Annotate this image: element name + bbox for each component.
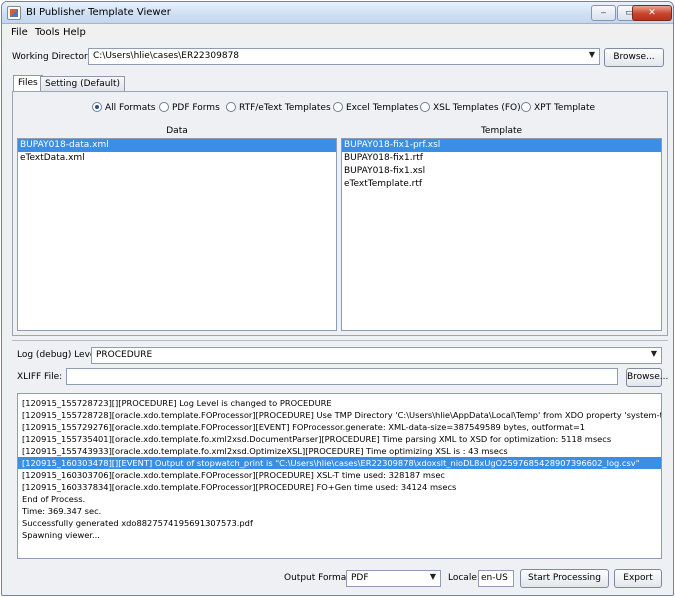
output-format-value: PDF (351, 573, 369, 583)
template-column-header: Template (480, 126, 523, 136)
window-title: BI Publisher Template Viewer (26, 7, 171, 18)
locale-label: Locale: (448, 573, 480, 583)
log-line: Time: 369.347 sec. (22, 506, 102, 516)
close-button[interactable]: ✕ (632, 5, 672, 21)
log-output[interactable]: [120915_155728723][][PROCEDURE] Log Leve… (17, 393, 662, 559)
chevron-down-icon[interactable]: ▼ (651, 349, 657, 358)
radio-all-formats[interactable]: All Formats (92, 102, 155, 113)
radio-icon (159, 102, 169, 112)
list-item[interactable]: BUPAY018-fix1-prf.xsl (342, 139, 661, 152)
working-directory-value: C:\Users\hlie\cases\ER22309878 (93, 51, 240, 61)
template-file-list[interactable]: BUPAY018-fix1-prf.xsl BUPAY018-fix1.rtf … (341, 138, 662, 331)
title-bar[interactable]: BI Publisher Template Viewer ‒ ▭ ✕ (2, 2, 673, 24)
menu-tools[interactable]: Tools (35, 27, 60, 38)
radio-rtf-etext-templates[interactable]: RTF/eText Templates (226, 102, 331, 113)
xliff-browse-button[interactable]: Browse... (626, 368, 668, 387)
log-line: [120915_160303706][oracle.xdo.template.F… (22, 470, 445, 480)
log-line: [120915_155728723][][PROCEDURE] Log Leve… (22, 398, 332, 408)
radio-icon (226, 102, 236, 112)
log-line: [120915_155735401][oracle.xdo.template.f… (22, 434, 612, 444)
radio-xsl-templates-fo[interactable]: XSL Templates (FO) (420, 102, 521, 113)
log-line: [120915_155743933][oracle.xdo.template.f… (22, 446, 508, 456)
radio-pdf-forms[interactable]: PDF Forms (159, 102, 220, 113)
data-file-list[interactable]: BUPAY018-data.xml eTextData.xml (17, 138, 337, 331)
list-item[interactable]: eTextTemplate.rtf (342, 178, 661, 191)
list-item[interactable]: BUPAY018-data.xml (18, 139, 336, 152)
log-line-selected: [120915_160303478][][EVENT] Output of st… (18, 457, 661, 469)
export-button[interactable]: Export (614, 569, 662, 588)
xliff-label: XLIFF File: (17, 372, 63, 382)
list-item[interactable]: eTextData.xml (18, 152, 336, 165)
minimize-button[interactable]: ‒ (591, 5, 616, 21)
tab-files[interactable]: Files (13, 75, 43, 91)
log-level-value: PROCEDURE (96, 350, 153, 360)
app-window: BI Publisher Template Viewer ‒ ▭ ✕ File … (1, 1, 674, 596)
app-logo-icon (7, 6, 21, 20)
output-format-select[interactable]: PDF ▼ (346, 570, 441, 587)
radio-icon (420, 102, 430, 112)
menu-file[interactable]: File (11, 27, 28, 38)
log-line: Successfully generated xdo88275741956913… (22, 518, 253, 528)
chevron-down-icon[interactable]: ▼ (430, 572, 436, 581)
radio-selected-icon (92, 102, 102, 112)
log-level-select[interactable]: PROCEDURE ▼ (91, 347, 662, 364)
list-item[interactable]: BUPAY018-fix1.xsl (342, 165, 661, 178)
log-line: End of Process. (22, 494, 86, 504)
working-directory-combo[interactable]: C:\Users\hlie\cases\ER22309878 ▼ (88, 48, 600, 65)
data-column-header: Data (166, 126, 188, 136)
xliff-file-input[interactable] (66, 368, 618, 385)
radio-excel-templates[interactable]: Excel Templates (333, 102, 418, 113)
working-directory-label: Working Directory: (12, 52, 96, 62)
log-line: [120915_155729276][oracle.xdo.template.F… (22, 422, 586, 432)
locale-input[interactable]: en-US (478, 570, 514, 587)
radio-icon (333, 102, 343, 112)
radio-xpt-template[interactable]: XPT Template (521, 102, 595, 113)
splitter[interactable] (12, 340, 668, 341)
chevron-down-icon[interactable]: ▼ (589, 50, 595, 59)
tab-settings[interactable]: Setting (Default) (40, 76, 125, 91)
start-processing-button[interactable]: Start Processing (520, 569, 609, 588)
list-item[interactable]: BUPAY018-fix1.rtf (342, 152, 661, 165)
output-format-label: Output Format: (284, 573, 353, 583)
log-line: [120915_160337834][oracle.xdo.template.F… (22, 482, 457, 492)
log-line: Spawning viewer... (22, 530, 100, 540)
log-level-label: Log (debug) Level (17, 350, 98, 360)
menu-bar: File Tools Help (2, 24, 673, 41)
working-directory-browse-button[interactable]: Browse... (604, 48, 664, 67)
log-line: [120915_155728728][oracle.xdo.template.F… (22, 410, 662, 420)
menu-help[interactable]: Help (63, 27, 86, 38)
radio-icon (521, 102, 531, 112)
